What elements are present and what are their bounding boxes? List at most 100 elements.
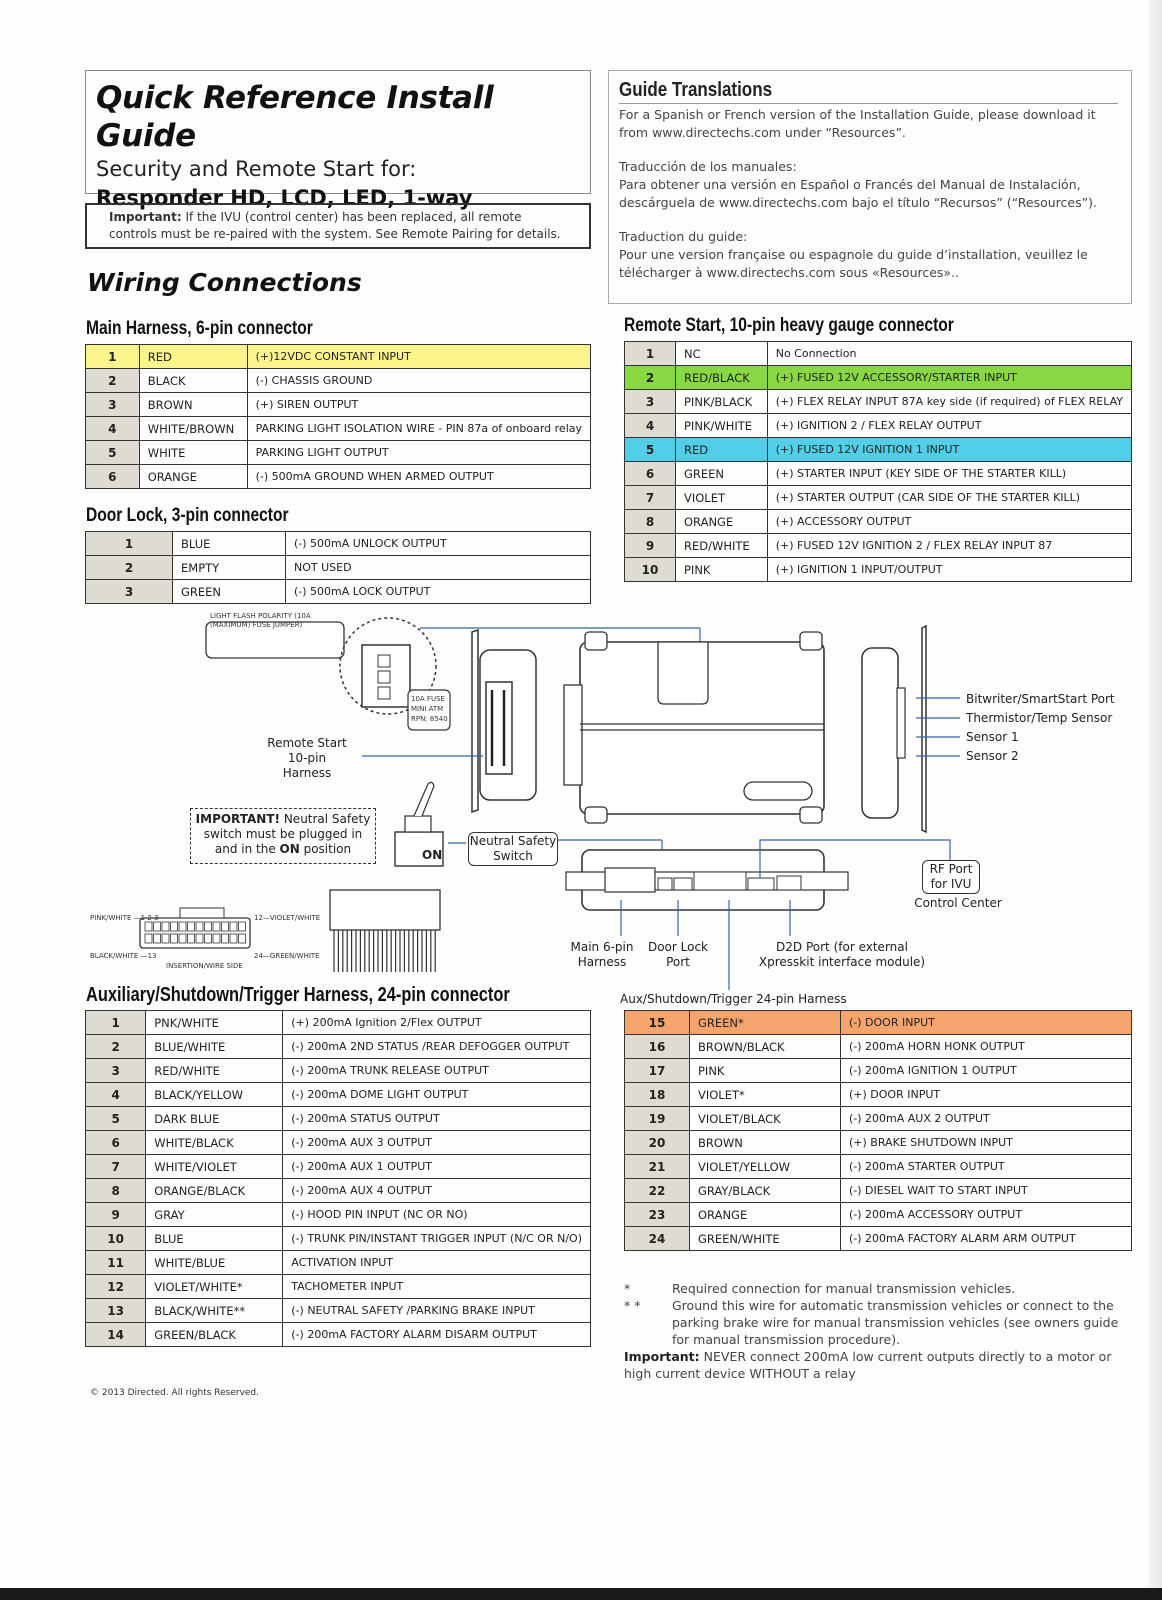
pinout-cell [144,933,153,944]
pin-function: (-) CHASSIS GROUND [246,368,592,393]
pinout-cell [238,933,246,944]
pin-function: (-) 200mA AUX 2 OUTPUT [840,1106,1132,1131]
pinout-cell [204,933,212,944]
pin-function: TACHOMETER INPUT [282,1274,591,1299]
wiring-connections-heading: Wiring Connections [87,268,362,297]
wire-color: RED/BLACK [675,365,768,390]
wire-color: WHITE/BROWN [138,416,248,441]
pin-number: 4 [624,413,676,438]
mount-ear [799,631,823,651]
translations-spanish-heading: Traducción de los manuales: [619,159,797,174]
pinout-pin13-label: BLACK/WHITE —13 [90,952,157,960]
remote-start-title: Remote Start, 10-pin heavy gauge connect… [624,315,954,336]
pin-row: 3 BROWN (+) SIREN OUTPUT [85,392,592,417]
pin-row: 6 ORANGE (-) 500mA GROUND WHEN ARMED OUTPU… [85,464,592,489]
important-label: Important: [109,210,182,224]
aux-24pin-port [693,871,747,891]
footnote-double-text: Ground this wire for automatic transmiss… [672,1298,1119,1347]
door-lock-table: 1 BLUE (-) 500mA UNLOCK OUTPUT 2 EMPTY NOT US… [85,531,591,604]
pin-function: (-) 200mA AUX 1 OUTPUT [282,1154,591,1179]
pin-number: 8 [624,509,676,534]
pin-number: 5 [84,1106,147,1131]
pin-row: 2 EMPTY NOT USED [85,555,591,580]
pin-number: 16 [624,1034,690,1059]
pin-number: 9 [624,533,676,558]
wire-color: GRAY/BLACK [689,1178,841,1203]
pin-row: 1 RED (+)12VDC CONSTANT INPUT [85,344,592,369]
pinout-cell [229,921,238,932]
warning-on: ON [279,842,300,856]
sensor2-label: Sensor 2 [966,749,1019,763]
side-flange [471,628,479,814]
pinout-cell [153,933,161,944]
wire-color: ORANGE [689,1202,841,1227]
pinout-pin12-label: 12—VIOLET/WHITE [254,914,321,922]
pin-number: 7 [624,485,676,510]
switch-on-label: ON [422,848,443,862]
wire-color: BLACK [138,368,248,393]
pin-function: (-) 200mA DOME LIGHT OUTPUT [282,1082,591,1107]
door-lock-port-label: Door Lock Port [647,940,709,969]
fuse-cover [657,641,709,705]
wire-color: RED [138,344,248,369]
wire-color: RED/WHITE [675,533,768,558]
wire-color: PINK/BLACK [675,389,768,414]
pin-number: 2 [624,365,676,390]
pin-row: 4 PINK/WHITE (+) IGNITION 2 / FLEX RELAY O… [624,413,1133,438]
pin-function: ACTIVATION INPUT [282,1250,591,1275]
pin-row: 4 BLACK/YELLOW (-) 200mA DOME LIGHT OUTPUT [84,1082,591,1107]
24pin-connector-side [329,889,441,931]
pin-function: (-) 200mA STARTER OUTPUT [840,1154,1132,1179]
wire-color: GREEN/BLACK [145,1322,284,1347]
wire-color: PINK [689,1058,841,1083]
pin-number: 1 [84,1010,147,1035]
translations-spanish: Para obtener una versión en Español o Fr… [619,177,1097,210]
pin-number: 10 [84,1226,147,1251]
wire-color: BROWN [689,1130,841,1155]
wire-color: GREEN* [689,1010,841,1035]
pin-function: (+) BRAKE SHUTDOWN INPUT [840,1130,1132,1155]
pin-number: 24 [624,1226,690,1251]
wire-color: VIOLET [675,485,768,510]
pin-row: 13 BLACK/WHITE** (-) NEUTRAL SAFETY /PARKI… [84,1298,591,1323]
pin-function: PARKING LIGHT ISOLATION WIRE - PIN 87a o… [246,416,592,441]
footnote-double-mark: * * [624,1298,641,1313]
pinout-cell [187,933,195,944]
remote-start-table: 1 NC No Connection 2 RED/BLACK (+) FUSED 12V … [624,341,1133,582]
pin-number: 4 [85,416,140,441]
pin-function: (+) FUSED 12V IGNITION 1 INPUT [766,437,1133,462]
mount-ear [584,631,608,651]
pin-row: 22 GRAY/BLACK (-) DIESEL WAIT TO START INP… [624,1178,1132,1203]
important-notice: Important: If the IVU (control center) h… [85,203,591,249]
pin-function: (-) 200mA AUX 4 OUTPUT [282,1178,591,1203]
wire-color: PINK/WHITE [675,413,768,438]
wire-color: PNK/WHITE [145,1010,284,1035]
wire-color: GRAY [145,1202,284,1227]
pin-row: 19 VIOLET/BLACK (-) 200mA AUX 2 OUTPUT [624,1106,1132,1131]
pin-number: 23 [624,1202,690,1227]
fuse-label: 10A FUSE MINI ATM RPN: 8540 [411,695,448,723]
warning-text-end: position [299,842,352,856]
wire-color: ORANGE/BLACK [145,1178,284,1203]
remote-start-harness-label: Remote Start 10-pin Harness [267,736,347,780]
pin-function: (-) 200mA 2ND STATUS /REAR DEFOGGER OUTP… [282,1034,591,1059]
thermistor-label: Thermistor/Temp Sensor [966,711,1113,725]
pin-function: (-) 500mA GROUND WHEN ARMED OUTPUT [246,464,592,489]
wire-color: BROWN/BLACK [689,1034,841,1059]
fuse-jumper-label: LIGHT FLASH POLARITY (10A (MAXIMUM) FUSE… [210,612,311,629]
pin-number: 1 [85,531,173,556]
wire-color: GREEN [675,461,768,486]
pin-number: 5 [85,440,140,465]
rf-port [747,877,775,891]
pinout-cell [187,921,195,932]
pinout-cell [212,921,221,932]
toggle-switch-collar [404,815,432,833]
main-harness-title: Main Harness, 6-pin connector [86,318,313,339]
wire-color: ORANGE [138,464,248,489]
wire-bundle [333,930,436,972]
pin-function: PARKING LIGHT OUTPUT [246,440,592,465]
pin-number: 12 [84,1274,147,1299]
fuse-block [361,644,411,708]
pinout-cell [204,921,212,932]
pinout-pin1-label: PINK/WHITE —1 2 3 [90,914,159,922]
